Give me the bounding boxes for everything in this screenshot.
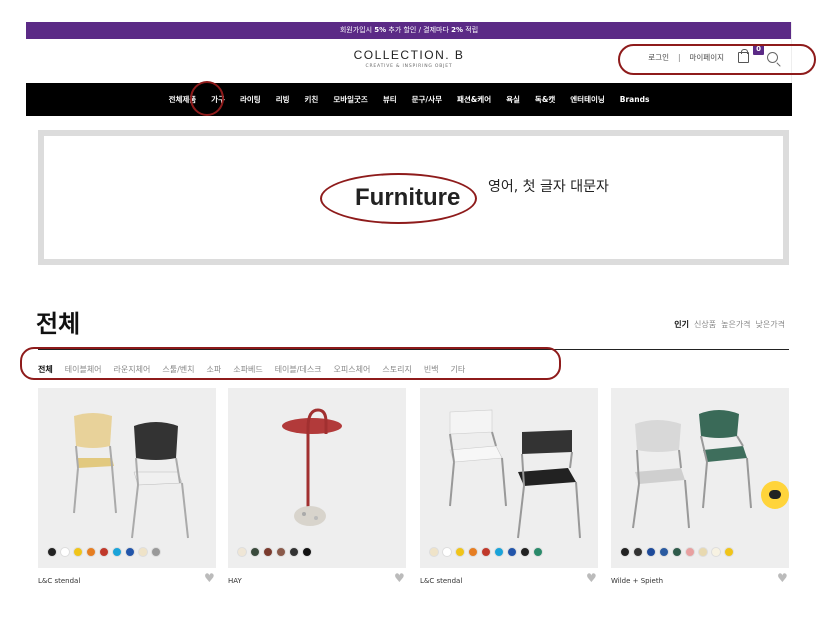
nav-item-kitchen[interactable]: 키친	[305, 94, 319, 105]
sort-price-high[interactable]: 높은가격	[721, 319, 750, 330]
color-swatch[interactable]	[112, 547, 122, 557]
color-swatch[interactable]	[263, 547, 273, 557]
color-swatch[interactable]	[60, 547, 70, 557]
product-image[interactable]	[420, 388, 598, 568]
color-swatch[interactable]	[47, 547, 57, 557]
annotation-circle-furniture-nav	[190, 81, 224, 116]
main-nav: 전체제품 가구 라이팅 리빙 키친 모바일굿즈 뷰티 문구/사무 패션&케어 욕…	[26, 83, 792, 116]
product-brand: HAY	[228, 577, 242, 585]
annotation-circle-utility	[618, 44, 816, 75]
product-card[interactable]: L&C stendal ♥	[38, 388, 216, 585]
color-swatch[interactable]	[99, 547, 109, 557]
sort-newest[interactable]: 신상품	[694, 319, 716, 330]
color-swatches	[429, 547, 543, 557]
color-swatches	[237, 547, 312, 557]
color-swatch[interactable]	[151, 547, 161, 557]
promo-discount: 5%	[374, 26, 387, 34]
promo-text-3: 적립	[463, 26, 479, 34]
side-table-image	[282, 408, 342, 526]
product-image[interactable]	[38, 388, 216, 568]
heart-icon[interactable]: ♥	[394, 572, 406, 584]
color-swatch[interactable]	[468, 547, 478, 557]
product-card[interactable]: HAY ♥	[228, 388, 406, 585]
color-swatch[interactable]	[125, 547, 135, 557]
chair-image	[73, 413, 189, 539]
color-swatch[interactable]	[302, 547, 312, 557]
product-brand: Wilde + Spieth	[611, 577, 664, 585]
nav-item-lighting[interactable]: 라이팅	[240, 94, 261, 105]
color-swatch[interactable]	[481, 547, 491, 557]
color-swatch[interactable]	[276, 547, 286, 557]
color-swatch[interactable]	[520, 547, 530, 557]
sort-popular[interactable]: 인기	[674, 319, 689, 330]
color-swatch[interactable]	[289, 547, 299, 557]
color-swatch[interactable]	[494, 547, 504, 557]
product-brand: L&C stendal	[38, 577, 81, 585]
nav-item-beauty[interactable]: 뷰티	[383, 94, 397, 105]
product-brand: L&C stendal	[420, 577, 463, 585]
nav-item-stationery[interactable]: 문구/사무	[412, 94, 442, 105]
promo-text-1: 회원가입시	[339, 26, 375, 34]
color-swatches	[620, 547, 734, 557]
color-swatch[interactable]	[86, 547, 96, 557]
section-title: 전체	[36, 310, 81, 338]
color-swatch[interactable]	[620, 547, 630, 557]
color-swatch[interactable]	[633, 547, 643, 557]
color-swatch[interactable]	[672, 547, 682, 557]
color-swatch[interactable]	[533, 547, 543, 557]
nav-item-dog-cat[interactable]: 독&캣	[535, 94, 555, 105]
color-swatch[interactable]	[685, 547, 695, 557]
color-swatch[interactable]	[237, 547, 247, 557]
color-swatches	[47, 547, 161, 557]
color-swatch[interactable]	[442, 547, 452, 557]
promo-points: 2%	[451, 26, 464, 34]
chair-image	[632, 410, 752, 529]
nav-item-mobile-goods[interactable]: 모바일굿즈	[333, 94, 368, 105]
nav-item-bath[interactable]: 욕실	[506, 94, 520, 105]
color-swatch[interactable]	[507, 547, 517, 557]
color-swatch[interactable]	[711, 547, 721, 557]
promo-text-2: 추가 할인 / 결제마다	[386, 26, 452, 34]
sort-options: 인기 신상품 높은가격 낮은가격	[674, 319, 785, 330]
promo-bar: 회원가입시 5% 추가 할인 / 결제마다 2% 적립	[26, 22, 792, 39]
product-image[interactable]	[611, 388, 789, 568]
chair-image	[449, 409, 581, 539]
color-swatch[interactable]	[429, 547, 439, 557]
heart-icon[interactable]: ♥	[586, 572, 598, 584]
nav-item-entertaining[interactable]: 엔터테이닝	[570, 94, 605, 105]
color-swatch[interactable]	[455, 547, 465, 557]
sort-price-low[interactable]: 낮은가격	[756, 319, 785, 330]
nav-item-brands[interactable]: Brands	[620, 95, 650, 104]
product-card[interactable]: L&C stendal ♥	[420, 388, 598, 585]
product-image[interactable]	[228, 388, 406, 568]
color-swatch[interactable]	[659, 547, 669, 557]
chat-icon[interactable]	[761, 481, 789, 509]
heart-icon[interactable]: ♥	[777, 572, 789, 584]
color-swatch[interactable]	[73, 547, 83, 557]
color-swatch[interactable]	[698, 547, 708, 557]
color-swatch[interactable]	[250, 547, 260, 557]
annotation-circle-categories	[20, 347, 561, 380]
heart-icon[interactable]: ♥	[204, 572, 216, 584]
nav-item-fashion-care[interactable]: 패션&케어	[457, 94, 491, 105]
color-swatch[interactable]	[724, 547, 734, 557]
annotation-circle-banner-title	[320, 173, 477, 224]
annotation-english-caps: 영어, 첫 글자 대문자	[488, 179, 609, 195]
color-swatch[interactable]	[138, 547, 148, 557]
nav-item-living[interactable]: 리빙	[276, 94, 290, 105]
color-swatch[interactable]	[646, 547, 656, 557]
